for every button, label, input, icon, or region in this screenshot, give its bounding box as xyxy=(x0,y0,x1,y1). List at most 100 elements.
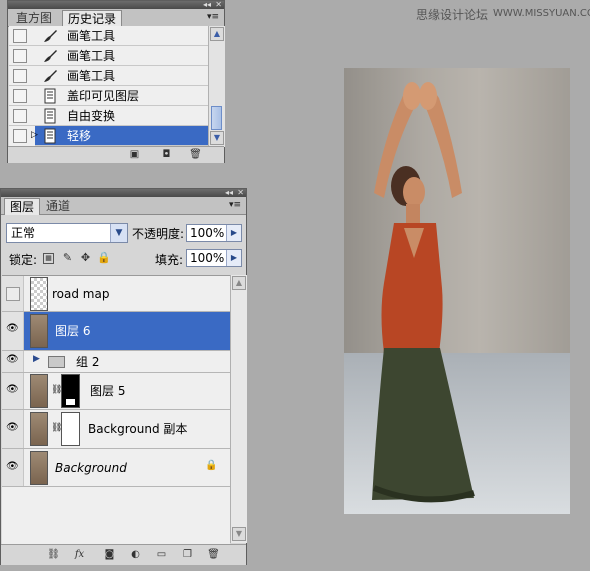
layer-group-row[interactable]: 👁 ▶ 组 2 xyxy=(2,351,230,373)
fill-slider-arrow-icon[interactable]: ▶ xyxy=(226,250,241,266)
tab-channels[interactable]: 通道 xyxy=(41,198,75,214)
history-panel: ◂◂ ✕ 直方图 历史记录 ▾≡ 画笔工具 画笔工具 画笔工具 盖印可见图层 自… xyxy=(7,0,225,163)
blend-mode-select[interactable]: 正常 ▼ xyxy=(6,223,128,243)
layer-list: road map 👁 图层 6 👁 ▶ 组 2 👁 ⛓ 图层 5 👁 ⛓ Bac… xyxy=(2,275,230,544)
layer-name[interactable]: 组 2 xyxy=(76,354,99,370)
collapse-panel-icon[interactable]: ◂◂ xyxy=(225,188,233,197)
history-source-checkbox[interactable] xyxy=(13,109,27,123)
visibility-toggle[interactable] xyxy=(2,276,24,311)
lock-position-icon[interactable]: ✥ xyxy=(79,251,92,264)
dancer-photo xyxy=(344,68,570,514)
history-state-icon xyxy=(44,88,56,104)
history-source-checkbox[interactable] xyxy=(13,69,27,83)
watermark-site-name: 思缘设计论坛 xyxy=(416,8,489,22)
history-item[interactable]: 画笔工具 xyxy=(9,26,208,46)
layer-name[interactable]: Background xyxy=(55,460,127,476)
layer-name[interactable]: 图层 6 xyxy=(55,323,90,339)
history-item[interactable]: 画笔工具 xyxy=(9,66,208,86)
layer-name[interactable]: 图层 5 xyxy=(90,383,125,399)
tab-history[interactable]: 历史记录 xyxy=(62,10,123,27)
new-group-icon[interactable]: ▭ xyxy=(155,549,168,560)
history-source-checkbox[interactable] xyxy=(13,29,27,43)
scroll-down-icon[interactable]: ▼ xyxy=(210,131,224,145)
brush-icon xyxy=(44,30,57,42)
layer-thumbnail xyxy=(30,451,48,485)
layers-scrollbar[interactable]: ▲ ▼ xyxy=(230,275,247,543)
layer-row[interactable]: 👁 ⛓ Background 副本 xyxy=(2,410,230,449)
history-item[interactable]: 盖印可见图层 xyxy=(9,86,208,106)
history-list: 画笔工具 画笔工具 画笔工具 盖印可见图层 自由变换 ▷ 轻移 xyxy=(9,26,208,147)
scroll-down-icon[interactable]: ▼ xyxy=(232,527,246,541)
eye-icon[interactable]: 👁 xyxy=(6,323,19,334)
history-source-checkbox[interactable] xyxy=(13,49,27,63)
history-state-icon xyxy=(44,108,56,124)
eye-icon[interactable]: 👁 xyxy=(6,384,19,395)
layer-name[interactable]: Background 副本 xyxy=(88,421,187,437)
layer-style-icon[interactable]: fx xyxy=(73,549,86,560)
close-panel-icon[interactable]: ✕ xyxy=(215,0,222,9)
history-item-selected[interactable]: ▷ 轻移 xyxy=(9,126,208,146)
document-canvas-photo[interactable] xyxy=(344,68,570,514)
eye-icon[interactable]: 👁 xyxy=(6,461,19,472)
layer-row[interactable]: 👁 ⛓ 图层 5 xyxy=(2,373,230,410)
new-document-from-state-icon[interactable]: ▣ xyxy=(128,149,141,160)
opacity-slider-arrow-icon[interactable]: ▶ xyxy=(226,225,241,241)
history-source-checkbox[interactable] xyxy=(13,89,27,103)
link-layers-icon[interactable]: ⛓ xyxy=(47,549,60,560)
opacity-field[interactable]: 100% ▶ xyxy=(186,224,242,242)
lock-image-pixels-icon[interactable]: ✎ xyxy=(61,251,74,264)
history-item-label: 自由变换 xyxy=(67,109,116,123)
hidden-visibility-box[interactable] xyxy=(6,287,20,301)
lock-row: 锁定: ▦ ✎ ✥ 🔒 填充: 100% ▶ xyxy=(1,248,246,270)
collapse-panel-icon[interactable]: ◂◂ xyxy=(203,0,211,9)
lock-transparent-pixels-icon[interactable]: ▦ xyxy=(43,253,54,264)
layer-mask-thumbnail[interactable] xyxy=(61,374,80,408)
watermark-url: WWW.MISSYUAN.COM xyxy=(493,8,590,19)
lock-all-icon[interactable]: 🔒 xyxy=(97,251,111,264)
layer-mask-thumbnail[interactable] xyxy=(61,412,80,446)
panel-menu-icon[interactable]: ▾≡ xyxy=(227,199,243,211)
visibility-toggle[interactable]: 👁 xyxy=(2,373,24,409)
new-layer-icon[interactable]: ❐ xyxy=(181,549,194,560)
brush-icon xyxy=(44,70,57,82)
layers-panel-titlebar[interactable]: ◂◂ ✕ xyxy=(1,188,246,197)
visibility-toggle[interactable]: 👁 xyxy=(2,449,24,486)
tab-layers[interactable]: 图层 xyxy=(4,198,41,215)
history-source-checkbox[interactable] xyxy=(13,129,27,143)
layer-row-selected[interactable]: 👁 图层 6 xyxy=(2,312,230,351)
panel-menu-icon[interactable]: ▾≡ xyxy=(205,11,221,23)
visibility-toggle[interactable]: 👁 xyxy=(2,410,24,448)
close-panel-icon[interactable]: ✕ xyxy=(237,188,244,197)
history-tabbar: 直方图 历史记录 ▾≡ xyxy=(8,9,224,27)
history-item[interactable]: 自由变换 xyxy=(9,106,208,126)
eye-icon[interactable]: 👁 xyxy=(6,354,19,365)
history-panel-titlebar[interactable]: ◂◂ ✕ xyxy=(8,0,224,9)
tab-histogram[interactable]: 直方图 xyxy=(11,10,57,26)
visibility-toggle[interactable]: 👁 xyxy=(2,351,24,372)
layer-name[interactable]: road map xyxy=(52,286,109,302)
scroll-thumb[interactable] xyxy=(211,106,222,130)
layer-row[interactable]: road map xyxy=(2,276,230,312)
add-mask-icon[interactable]: ◙ xyxy=(103,549,116,560)
chevron-down-icon[interactable]: ▼ xyxy=(110,224,127,242)
layer-row[interactable]: 👁 Background 🔒 xyxy=(2,449,230,487)
layers-panel: ◂◂ ✕ 图层 通道 ▾≡ 正常 ▼ 不透明度: 100% ▶ 锁定: ▦ ✎ … xyxy=(0,188,247,565)
scroll-up-icon[interactable]: ▲ xyxy=(232,276,246,290)
delete-layer-icon[interactable]: 🗑 xyxy=(207,549,220,560)
visibility-toggle[interactable]: 👁 xyxy=(2,312,24,350)
opacity-label: 不透明度: xyxy=(132,227,185,241)
group-expand-triangle-icon[interactable]: ▶ xyxy=(33,354,40,364)
history-item-label: 画笔工具 xyxy=(67,69,116,83)
fill-field[interactable]: 100% ▶ xyxy=(186,249,242,267)
scroll-up-icon[interactable]: ▲ xyxy=(210,27,224,41)
eye-icon[interactable]: 👁 xyxy=(6,422,19,433)
history-item-label: 轻移 xyxy=(67,129,92,143)
new-snapshot-icon[interactable]: ◘ xyxy=(160,149,173,160)
adjustment-layer-icon[interactable]: ◐ xyxy=(129,549,142,560)
delete-state-icon[interactable]: 🗑 xyxy=(189,149,202,160)
layer-lock-icon: 🔒 xyxy=(205,460,218,471)
history-scrollbar[interactable]: ▲ ▼ xyxy=(208,26,225,147)
layer-thumbnail xyxy=(30,277,48,311)
layer-thumbnail xyxy=(30,314,48,348)
history-item[interactable]: 画笔工具 xyxy=(9,46,208,66)
